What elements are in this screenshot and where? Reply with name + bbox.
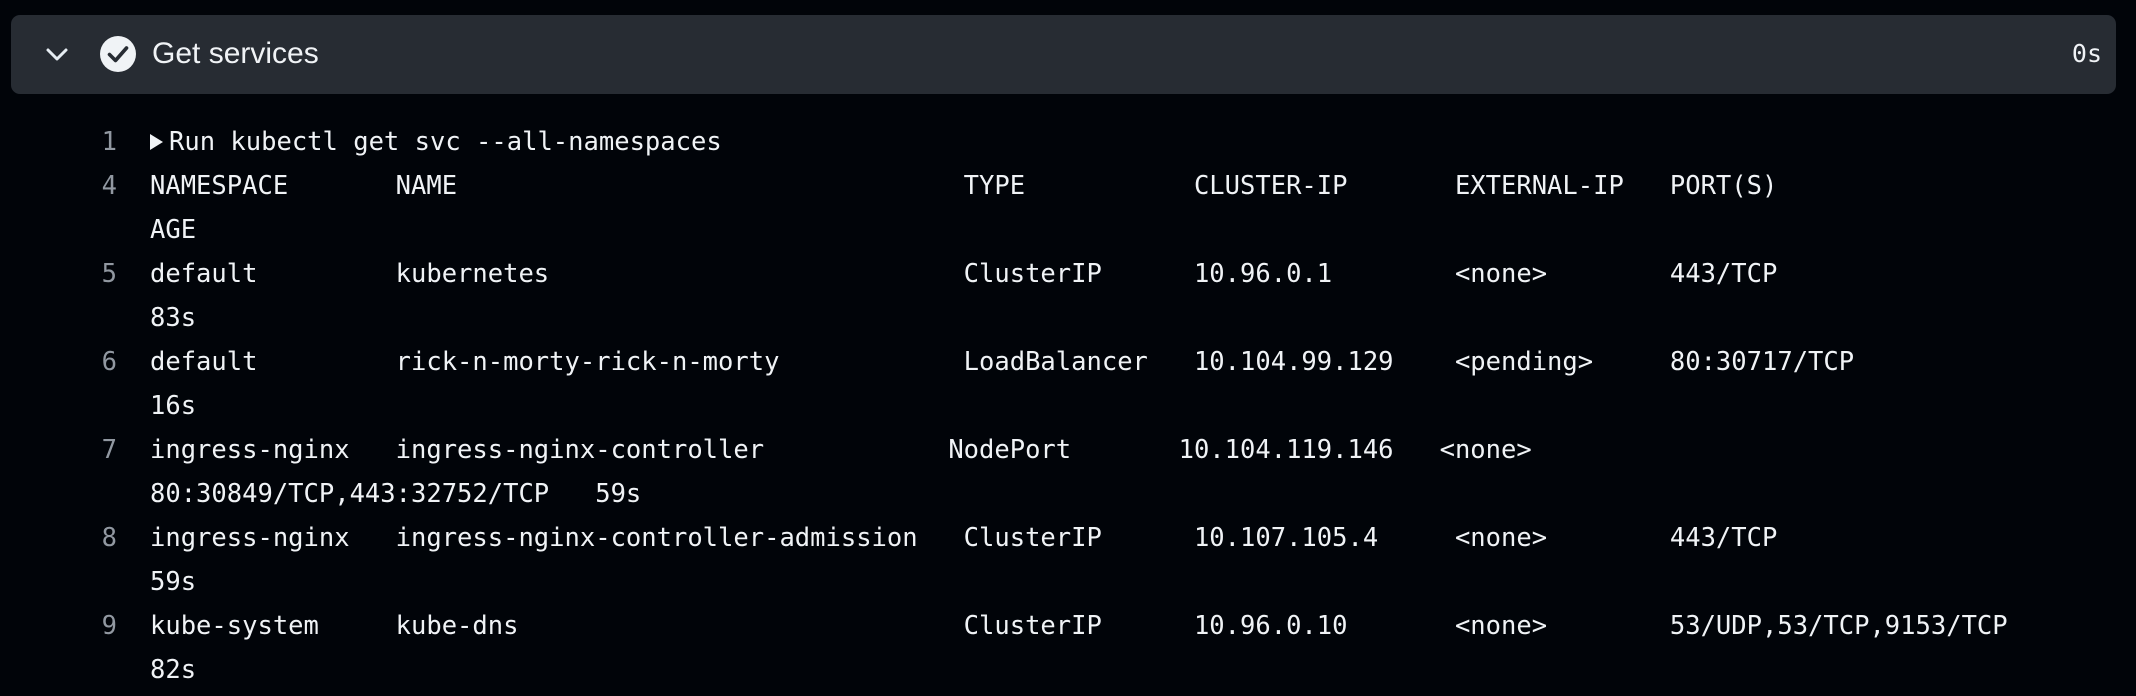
log-line: 5 default kubernetes ClusterIP 10.96.0.1…: [0, 252, 2136, 296]
log-text: Run kubectl get svc --all-namespaces: [169, 127, 722, 157]
log-line: 9 kube-system kube-dns ClusterIP 10.96.0…: [0, 604, 2136, 648]
log-output: 1 Run kubectl get svc --all-namespaces 4…: [0, 120, 2136, 692]
log-text: 83s: [150, 303, 197, 333]
log-text: ingress-nginx ingress-nginx-controller N…: [150, 435, 1532, 465]
log-line[interactable]: 1 Run kubectl get svc --all-namespaces: [0, 120, 2136, 164]
caret-right-icon[interactable]: [150, 134, 163, 150]
log-line-wrap: 59s: [0, 560, 2136, 604]
log-text: 59s: [150, 567, 197, 597]
log-text: AGE: [150, 215, 197, 245]
log-line-wrap: 80:30849/TCP,443:32752/TCP 59s: [0, 472, 2136, 516]
line-number[interactable]: 4: [60, 164, 117, 208]
log-text: 80:30849/TCP,443:32752/TCP 59s: [150, 479, 642, 509]
log-text: 16s: [150, 391, 197, 421]
step-title: Get services: [152, 37, 319, 70]
log-line: 7 ingress-nginx ingress-nginx-controller…: [0, 428, 2136, 472]
chevron-down-icon[interactable]: [33, 42, 81, 68]
line-number[interactable]: 6: [60, 340, 117, 384]
log-text: ingress-nginx ingress-nginx-controller-a…: [150, 523, 1778, 553]
log-line: 8 ingress-nginx ingress-nginx-controller…: [0, 516, 2136, 560]
log-line-wrap: 83s: [0, 296, 2136, 340]
log-text: default rick-n-morty-rick-n-morty LoadBa…: [150, 347, 1855, 377]
log-group-summary[interactable]: Run kubectl get svc --all-namespaces: [150, 120, 722, 164]
log-text: default kubernetes ClusterIP 10.96.0.1 <…: [150, 259, 1778, 289]
log-line-wrap: 82s: [0, 648, 2136, 692]
log-text: 82s: [150, 655, 197, 685]
log-line-wrap: 16s: [0, 384, 2136, 428]
line-number[interactable]: 1: [60, 120, 117, 164]
line-number[interactable]: 9: [60, 604, 117, 648]
log-text: kube-system kube-dns ClusterIP 10.96.0.1…: [150, 611, 2008, 641]
step-header[interactable]: Get services 0s: [11, 15, 2116, 94]
line-number[interactable]: 8: [60, 516, 117, 560]
log-line-wrap: AGE: [0, 208, 2136, 252]
line-number[interactable]: 7: [60, 428, 117, 472]
log-text: NAMESPACE NAME TYPE CLUSTER-IP EXTERNAL-…: [150, 171, 1778, 201]
line-number[interactable]: 5: [60, 252, 117, 296]
check-circle-icon: [99, 35, 137, 73]
log-line: 4 NAMESPACE NAME TYPE CLUSTER-IP EXTERNA…: [0, 164, 2136, 208]
log-line: 6 default rick-n-morty-rick-n-morty Load…: [0, 340, 2136, 384]
step-duration: 0s: [2071, 39, 2102, 68]
